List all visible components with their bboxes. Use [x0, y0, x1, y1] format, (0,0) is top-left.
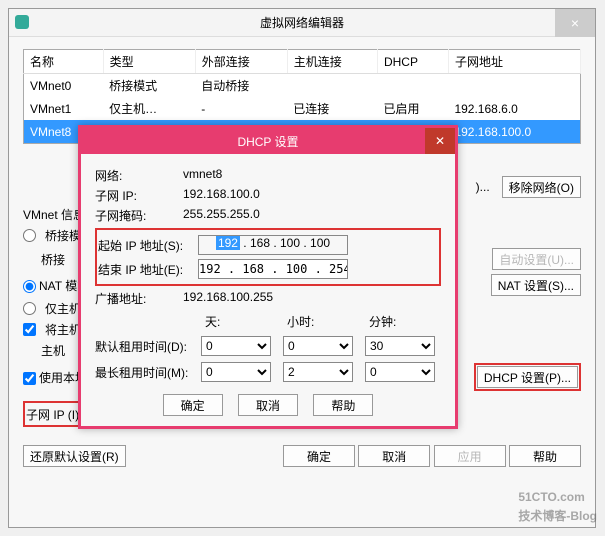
auto-settings-button: 自动设置(U)...: [492, 248, 581, 270]
table-cell: 仅主机…: [103, 97, 195, 120]
table-row[interactable]: VMnet0桥接模式自动桥接: [24, 74, 581, 98]
max-minutes-select[interactable]: 0: [365, 362, 435, 382]
connect-host-checkbox[interactable]: [23, 323, 36, 336]
table-cell: [377, 74, 448, 98]
net-label: 网络:: [95, 167, 183, 184]
table-row[interactable]: VMnet1仅主机…-已连接已启用192.168.6.0: [24, 97, 581, 120]
help-button[interactable]: 帮助: [509, 445, 581, 467]
restore-defaults-button[interactable]: 还原默认设置(R): [23, 445, 126, 467]
add-placeholder: )...: [476, 180, 490, 194]
table-cell: 192.168.6.0: [448, 97, 580, 120]
table-cell: VMnet1: [24, 97, 104, 120]
bridge-sub-label: 桥接: [41, 251, 65, 268]
hostonly-radio[interactable]: [23, 302, 36, 315]
subnet-ip-label: 子网 IP (I):: [26, 406, 82, 423]
nat-radio[interactable]: [23, 280, 36, 293]
default-hours-select[interactable]: 0: [283, 336, 353, 356]
hour-header: 小时:: [283, 313, 359, 330]
table-cell: [287, 74, 377, 98]
app-icon: [15, 15, 29, 29]
broadcast-label: 广播地址:: [95, 290, 183, 307]
column-header[interactable]: 主机连接: [287, 50, 377, 74]
end-ip-label: 结束 IP 地址(E):: [98, 261, 198, 278]
column-header[interactable]: 名称: [24, 50, 104, 74]
close-icon[interactable]: ✕: [425, 128, 455, 154]
apply-button: 应用: [434, 445, 506, 467]
dhcp-settings-dialog: DHCP 设置 ✕ 网络:vmnet8 子网 IP:192.168.100.0 …: [78, 125, 458, 429]
hostonly-label: 仅主机: [45, 300, 81, 317]
vmnet-info-label: VMnet 信息: [23, 208, 85, 222]
dhcp-cancel-button[interactable]: 取消: [238, 394, 298, 416]
table-cell: -: [195, 97, 287, 120]
remove-network-button[interactable]: 移除网络(O): [502, 176, 581, 198]
table-cell: 192.168.100.0: [448, 120, 580, 144]
host-adapter-label: 主机: [41, 342, 65, 359]
nat-settings-button[interactable]: NAT 设置(S)...: [491, 274, 581, 296]
start-ip-input[interactable]: 192 . 168 . 100 . 100: [198, 235, 348, 255]
dhcp-ok-button[interactable]: 确定: [163, 394, 223, 416]
ok-button[interactable]: 确定: [283, 445, 355, 467]
table-cell: 自动桥接: [195, 74, 287, 98]
max-hours-select[interactable]: 2: [283, 362, 353, 382]
column-header[interactable]: DHCP: [377, 50, 448, 74]
dhcp-settings-button[interactable]: DHCP 设置(P)...: [477, 366, 578, 388]
table-cell: 桥接模式: [103, 74, 195, 98]
start-ip-octet1: 192: [216, 236, 240, 250]
table-cell: 已连接: [287, 97, 377, 120]
column-header[interactable]: 子网地址: [448, 50, 580, 74]
start-ip-rest: . 168 . 100 . 100: [240, 236, 330, 250]
default-lease-label: 默认租用时间(D):: [95, 338, 195, 355]
end-ip-input[interactable]: [198, 259, 348, 279]
table-cell: VMnet0: [24, 74, 104, 98]
dhcp-title-text: DHCP 设置: [237, 133, 298, 150]
day-header: 天:: [201, 313, 277, 330]
start-ip-label: 起始 IP 地址(S):: [98, 237, 198, 254]
max-days-select[interactable]: 0: [201, 362, 271, 382]
window-title: 虚拟网络编辑器: [260, 14, 344, 31]
dhcp-help-button[interactable]: 帮助: [313, 394, 373, 416]
bridge-radio[interactable]: [23, 229, 36, 242]
titlebar: 虚拟网络编辑器 ×: [9, 9, 595, 37]
column-header[interactable]: 类型: [103, 50, 195, 74]
close-icon[interactable]: ×: [555, 9, 595, 37]
minute-header: 分钟:: [365, 313, 441, 330]
default-days-select[interactable]: 0: [201, 336, 271, 356]
max-lease-label: 最长租用时间(M):: [95, 364, 195, 381]
mask-label: 子网掩码:: [95, 207, 183, 224]
subnet-value: 192.168.100.0: [183, 187, 260, 204]
net-value: vmnet8: [183, 167, 222, 184]
broadcast-value: 192.168.100.255: [183, 290, 273, 307]
dhcp-checkbox[interactable]: [23, 372, 36, 385]
column-header[interactable]: 外部连接: [195, 50, 287, 74]
table-cell: [448, 74, 580, 98]
table-cell: 已启用: [377, 97, 448, 120]
connect-host-label: 将主机: [45, 321, 81, 338]
mask-value: 255.255.255.0: [183, 207, 260, 224]
cancel-button[interactable]: 取消: [358, 445, 430, 467]
default-minutes-select[interactable]: 30: [365, 336, 435, 356]
dhcp-titlebar: DHCP 设置 ✕: [81, 128, 455, 154]
subnet-label: 子网 IP:: [95, 187, 183, 204]
